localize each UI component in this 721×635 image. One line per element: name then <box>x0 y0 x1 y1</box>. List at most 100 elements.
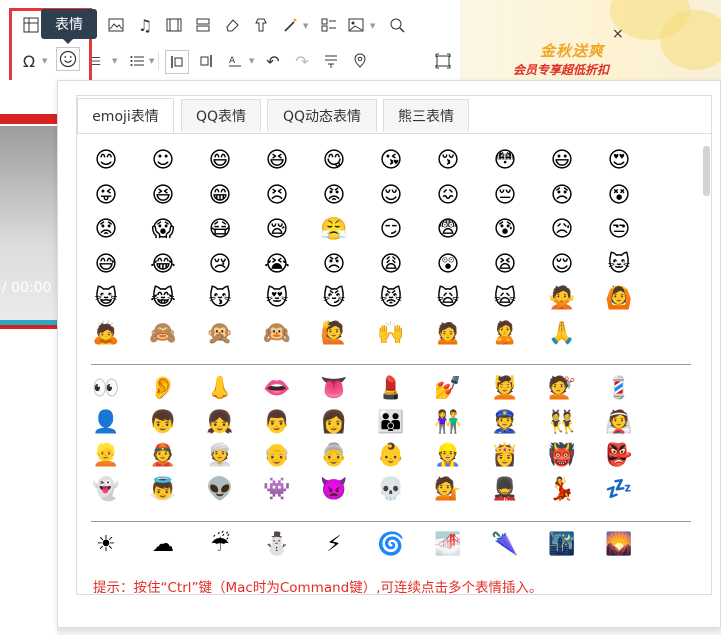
emoji-item[interactable]: 👮 <box>490 408 520 438</box>
chevron-down-icon[interactable]: ▼ <box>249 57 254 65</box>
emoji-item[interactable]: 💀 <box>376 475 406 505</box>
emoji-item[interactable]: 👳 <box>205 441 235 471</box>
emoji-item[interactable]: 🌄 <box>604 530 634 560</box>
close-icon[interactable]: × <box>612 26 624 42</box>
emoji-item[interactable]: 💤 <box>604 475 634 505</box>
emoji-item[interactable]: 👂 <box>148 374 178 404</box>
emoji-item[interactable]: 🙌 <box>376 319 406 349</box>
emoji-item[interactable]: 😖 <box>433 181 463 211</box>
fullscreen-icon[interactable] <box>432 50 454 72</box>
emoji-item[interactable]: 🌀 <box>376 530 406 560</box>
emoji-item[interactable]: 😰 <box>490 215 520 245</box>
text-direction-icon[interactable]: A <box>224 50 246 72</box>
emoji-item[interactable]: 👽 <box>205 475 235 505</box>
emoji-item[interactable]: 😂 <box>148 250 178 280</box>
emoji-item[interactable]: 😆 <box>262 146 292 176</box>
emoji-item[interactable]: 👻 <box>91 475 121 505</box>
emoji-item[interactable]: 👫 <box>433 408 463 438</box>
emoji-item[interactable]: 😋 <box>319 146 349 176</box>
emoji-item[interactable]: 😷 <box>205 215 235 245</box>
emoji-item[interactable]: 🙍 <box>433 319 463 349</box>
emoji-item[interactable]: 🙇 <box>91 319 121 349</box>
emoji-item[interactable]: 😁 <box>205 181 235 211</box>
emoji-item[interactable]: 👀 <box>91 374 121 404</box>
emoji-item[interactable]: 🙆 <box>604 284 634 314</box>
emoji-item[interactable]: 😡 <box>319 181 349 211</box>
chevron-down-icon[interactable]: ▼ <box>370 22 375 30</box>
emoji-item[interactable]: 👷 <box>433 441 463 471</box>
emoji-item[interactable]: 😱 <box>148 215 178 245</box>
emoji-item[interactable]: 😫 <box>490 250 520 280</box>
emoji-item[interactable]: 💈 <box>604 374 634 404</box>
emoji-item[interactable]: 😳 <box>490 146 520 176</box>
tab-bear[interactable]: 熊三表情 <box>383 99 469 132</box>
emoji-item[interactable]: 😊 <box>91 146 121 176</box>
emoji-item[interactable]: 😢 <box>205 250 235 280</box>
emoji-item[interactable]: 😪 <box>262 215 292 245</box>
location-icon[interactable] <box>349 50 371 72</box>
picture-icon[interactable] <box>345 14 367 36</box>
chevron-down-icon[interactable]: ▼ <box>112 57 117 65</box>
emoji-item[interactable]: 🙏 <box>547 319 577 349</box>
emoji-item[interactable]: 💃 <box>547 475 577 505</box>
emoji-item[interactable]: 👦 <box>148 408 178 438</box>
drop-cap-icon[interactable] <box>320 50 342 72</box>
indent-left-icon[interactable] <box>165 50 189 74</box>
emoji-item[interactable]: 😽 <box>205 284 235 314</box>
emoji-item[interactable]: 💄 <box>376 374 406 404</box>
undo-icon[interactable]: ↶ <box>262 50 284 72</box>
emoji-item[interactable]: ☀ <box>91 530 121 560</box>
emoji-item[interactable]: 😲 <box>433 250 463 280</box>
chevron-down-icon[interactable]: ▼ <box>303 22 308 30</box>
emoji-item[interactable]: 👲 <box>148 441 178 471</box>
emoji-item[interactable]: 😠 <box>319 250 349 280</box>
emoji-item[interactable]: 😒 <box>604 215 634 245</box>
tab-emoji[interactable]: emoji表情 <box>77 98 174 133</box>
emoji-item[interactable]: 👤 <box>91 408 121 438</box>
emoji-item[interactable]: 🙎 <box>490 319 520 349</box>
emoji-item[interactable]: 🌂 <box>490 530 520 560</box>
emoji-item[interactable]: 😵 <box>604 181 634 211</box>
emoji-item[interactable]: 👰 <box>604 408 634 438</box>
emoji-item[interactable]: 😭 <box>262 250 292 280</box>
emoji-item[interactable]: 👼 <box>148 475 178 505</box>
emoji-item[interactable]: 👺 <box>604 441 634 471</box>
emoji-item[interactable]: 😥 <box>547 215 577 245</box>
emoji-item[interactable]: 💁 <box>433 475 463 505</box>
emoji-item[interactable]: 👃 <box>205 374 235 404</box>
emoji-item[interactable]: 😏 <box>376 215 406 245</box>
emoji-item[interactable]: 🙅 <box>547 284 577 314</box>
music-icon[interactable]: ♫ <box>134 14 156 36</box>
emoji-item[interactable]: 😚 <box>433 146 463 176</box>
emoji-item[interactable]: 👄 <box>262 374 292 404</box>
tab-qq[interactable]: QQ表情 <box>181 99 261 132</box>
emoji-item[interactable]: 🙊 <box>205 319 235 349</box>
emoji-item[interactable]: 😌 <box>547 250 577 280</box>
emoji-item[interactable]: 😘 <box>376 146 406 176</box>
emoji-item[interactable]: 🙋 <box>319 319 349 349</box>
emoji-item[interactable]: 👩 <box>319 408 349 438</box>
tab-qq-animated[interactable]: QQ动态表情 <box>267 99 377 132</box>
emoji-item[interactable]: 👾 <box>262 475 292 505</box>
emoji-item[interactable]: 😟 <box>91 215 121 245</box>
emoji-item[interactable]: 😣 <box>262 181 292 211</box>
format-painter-icon[interactable] <box>250 14 272 36</box>
emoji-item[interactable]: ☺ <box>148 146 178 176</box>
emoji-item[interactable]: 😄 <box>205 146 235 176</box>
emoji-item[interactable]: 💂 <box>490 475 520 505</box>
unordered-list-icon[interactable] <box>126 50 148 72</box>
emoji-item[interactable]: 😆 <box>148 181 178 211</box>
emoji-item[interactable]: 🌁 <box>433 530 463 560</box>
emoji-item[interactable]: 💇 <box>547 374 577 404</box>
emoji-item[interactable]: 😜 <box>91 181 121 211</box>
emoji-item[interactable]: ☁ <box>148 530 178 560</box>
emoji-item[interactable]: 👿 <box>319 475 349 505</box>
redo-icon[interactable]: ↷ <box>291 50 313 72</box>
emoji-item[interactable]: 😨 <box>433 215 463 245</box>
emoji-item[interactable]: 🐱 <box>604 250 634 280</box>
find-replace-icon[interactable] <box>386 14 408 36</box>
emoji-item[interactable]: 👪 <box>376 408 406 438</box>
emoji-item[interactable]: 😔 <box>490 181 520 211</box>
emoji-item[interactable]: 🙀 <box>433 284 463 314</box>
emoji-item[interactable]: 😞 <box>547 181 577 211</box>
